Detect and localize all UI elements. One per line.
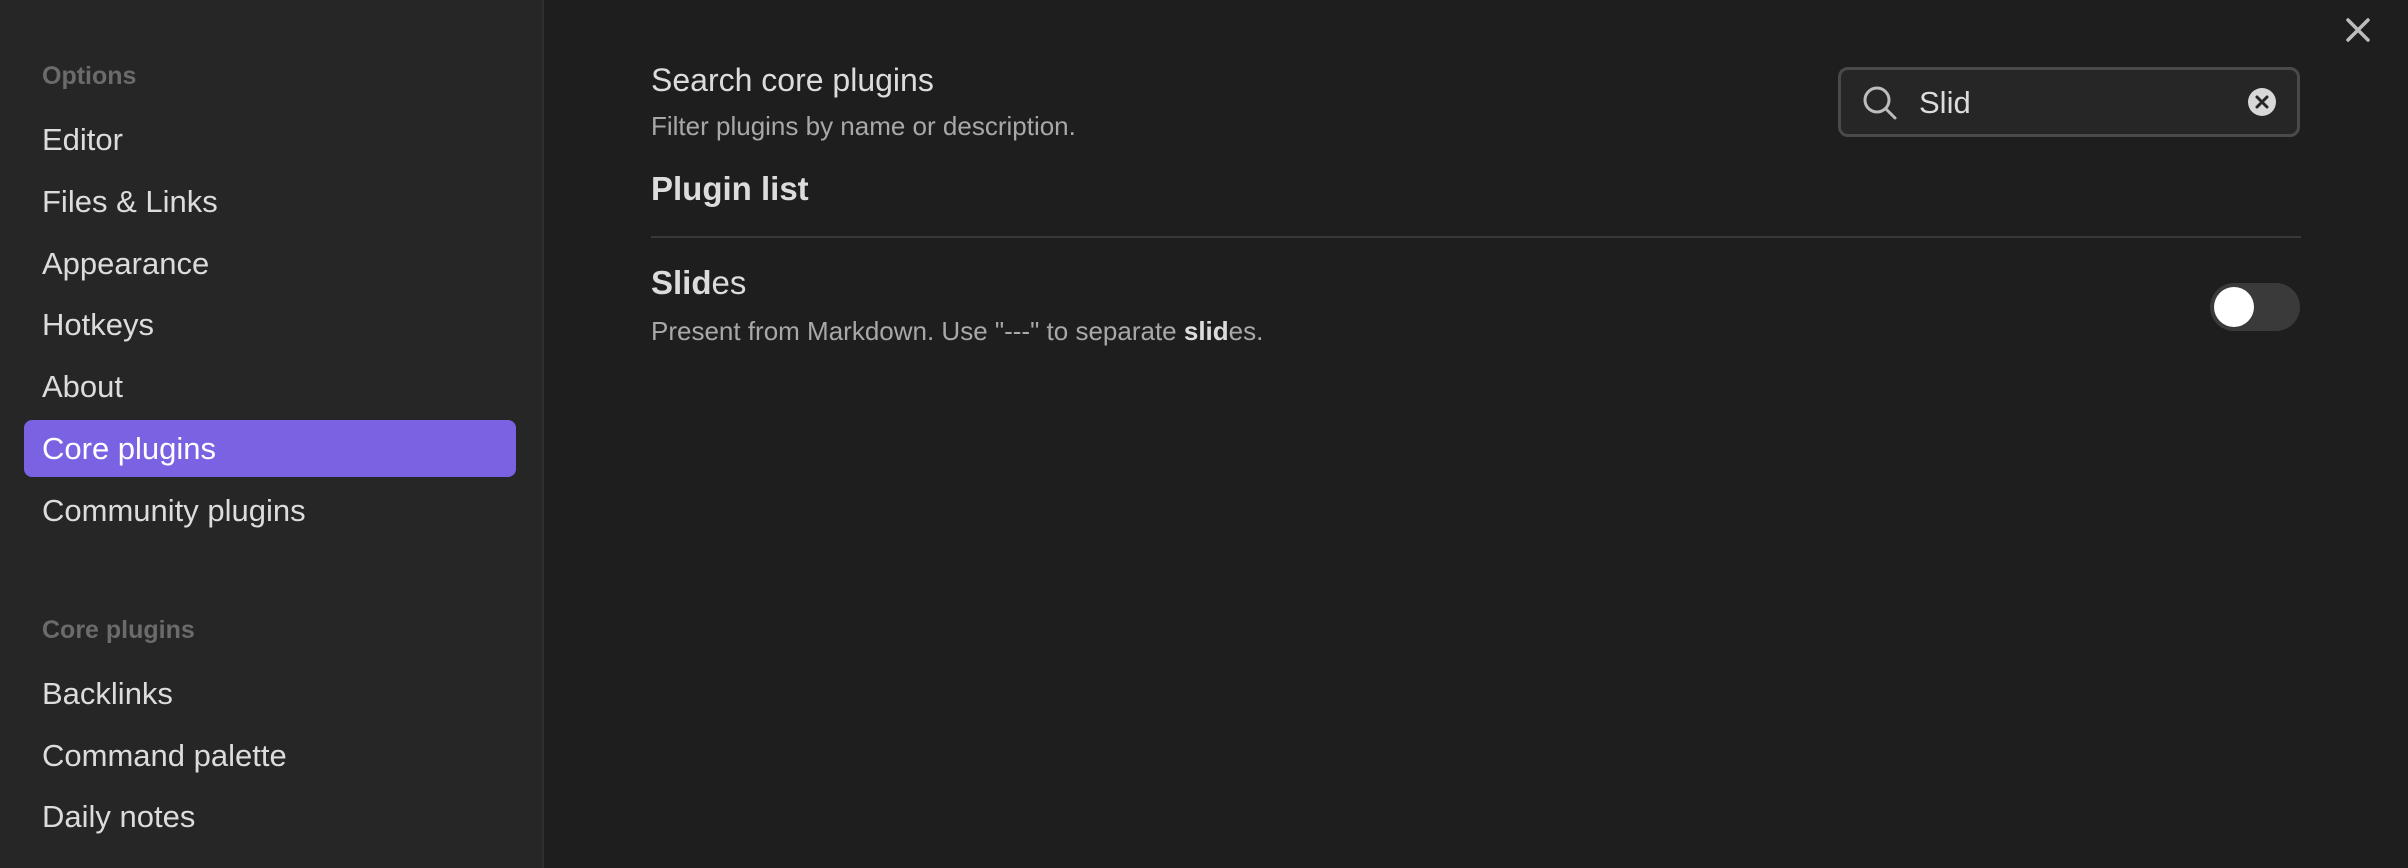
- sidebar-item-about[interactable]: About: [24, 358, 516, 415]
- sidebar-item-files-links[interactable]: Files & Links: [24, 173, 516, 230]
- settings-sidebar: Options Editor Files & Links Appearance …: [0, 0, 544, 868]
- plugin-desc-match: slid: [1183, 316, 1229, 346]
- search-setting-description: Filter plugins by name or description.: [651, 111, 1076, 141]
- search-input[interactable]: [1917, 78, 2221, 128]
- plugin-toggle[interactable]: [2210, 283, 2300, 331]
- close-icon[interactable]: [2338, 10, 2378, 50]
- sidebar-item-community-plugins[interactable]: Community plugins: [24, 482, 516, 539]
- search-box: [1838, 67, 2300, 137]
- plugin-desc-after: es.: [1228, 316, 1264, 346]
- plugin-desc-before: Present from Markdown. Use "---" to sepa…: [651, 316, 1184, 346]
- plugin-name-match: Slid: [651, 264, 712, 301]
- search-setting-name: Search core plugins: [651, 62, 934, 98]
- sidebar-item-core-plugins[interactable]: Core plugins: [24, 420, 516, 477]
- sidebar-item-daily-notes[interactable]: Daily notes: [24, 788, 516, 845]
- options-heading: Options: [42, 62, 137, 90]
- sidebar-item-hotkeys[interactable]: Hotkeys: [24, 296, 516, 353]
- core-plugins-heading: Core plugins: [42, 616, 195, 644]
- plugin-list-heading: Plugin list: [651, 170, 809, 207]
- sidebar-item-backlinks[interactable]: Backlinks: [24, 665, 516, 722]
- divider: [651, 236, 2301, 238]
- clear-icon[interactable]: [2247, 87, 2277, 117]
- sidebar-item-editor[interactable]: Editor: [24, 111, 516, 168]
- sidebar-item-appearance[interactable]: Appearance: [24, 235, 516, 292]
- settings-window: Options Editor Files & Links Appearance …: [0, 0, 2408, 868]
- search-icon: [1863, 86, 1897, 120]
- plugin-name-rest: es: [711, 264, 747, 301]
- plugin-name: Slides: [651, 264, 746, 302]
- plugin-description: Present from Markdown. Use "---" to sepa…: [651, 316, 1263, 347]
- settings-content: Search core plugins Filter plugins by na…: [544, 0, 2408, 868]
- sidebar-item-command-palette[interactable]: Command palette: [24, 727, 516, 784]
- toggle-knob: [2214, 287, 2254, 327]
